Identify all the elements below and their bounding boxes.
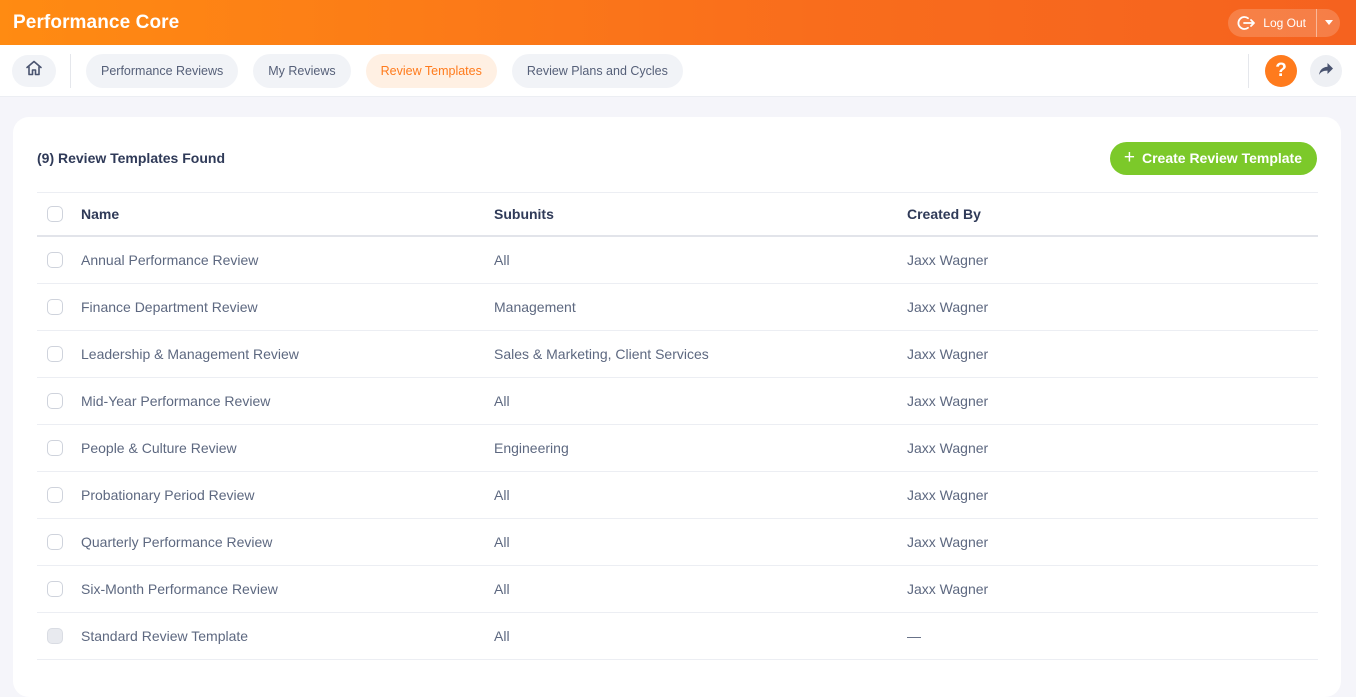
share-button[interactable] [1310, 55, 1342, 87]
template-name: Finance Department Review [81, 299, 258, 315]
template-subunits: All [494, 534, 510, 550]
template-name: Standard Review Template [81, 628, 249, 644]
row-checkbox[interactable] [47, 252, 63, 268]
template-created-by: Jaxx Wagner [907, 346, 989, 362]
share-icon [1318, 62, 1334, 81]
table-body: Annual Performance Review All Jaxx Wagner F… [37, 237, 1318, 660]
template-subunits: Sales & Marketing, Client Services [494, 346, 709, 362]
table-row[interactable]: Mid-Year Performance Review All Jaxx Wagne… [37, 378, 1318, 425]
account-menu-toggle[interactable] [1316, 8, 1340, 37]
template-name: Mid-Year Performance Review [81, 393, 271, 409]
home-icon [24, 58, 44, 83]
template-created-by: Jaxx Wagner [907, 440, 989, 456]
template-subunits: All [494, 487, 510, 503]
template-created-by: Jaxx Wagner [907, 393, 989, 409]
row-select-cell [37, 534, 81, 550]
table-row[interactable]: Leadership & Management Review Sales & Ma… [37, 331, 1318, 378]
row-checkbox [47, 628, 63, 644]
select-all-checkbox[interactable] [47, 206, 63, 222]
column-header-subunits[interactable]: Subunits [494, 206, 907, 222]
table-row[interactable]: Quarterly Performance Review All Jaxx Wagn… [37, 519, 1318, 566]
nav-divider [1248, 54, 1249, 88]
row-checkbox[interactable] [47, 393, 63, 409]
template-created-by: Jaxx Wagner [907, 299, 989, 315]
help-button[interactable]: ? [1265, 55, 1297, 87]
nav-actions: ? [1248, 54, 1342, 88]
template-name: Annual Performance Review [81, 252, 259, 268]
select-all-cell [37, 206, 81, 222]
table-row[interactable]: Probationary Period Review All Jaxx Wagner [37, 472, 1318, 519]
table-row[interactable]: Annual Performance Review All Jaxx Wagner [37, 237, 1318, 284]
row-select-cell [37, 487, 81, 503]
row-select-cell [37, 346, 81, 362]
create-review-template-button[interactable]: + Create Review Template [1109, 141, 1317, 175]
row-select-cell [37, 299, 81, 315]
template-created-by: Jaxx Wagner [907, 487, 989, 503]
template-subunits: All [494, 393, 510, 409]
plus-icon: + [1123, 146, 1135, 168]
template-name: Quarterly Performance Review [81, 534, 273, 550]
results-count-title: (9) Review Templates Found [37, 150, 225, 166]
row-checkbox[interactable] [47, 299, 63, 315]
module-navbar: Performance Reviews My Reviews Review Te… [0, 45, 1356, 97]
nav-divider [70, 53, 71, 88]
template-name: Probationary Period Review [81, 487, 255, 503]
template-created-by: Jaxx Wagner [907, 534, 989, 550]
template-subunits: All [494, 252, 510, 268]
template-created-by: Jaxx Wagner [907, 581, 989, 597]
template-name: Six-Month Performance Review [81, 581, 278, 597]
top-bar: Performance Core Log Out [0, 0, 1356, 45]
create-button-label: Create Review Template [1141, 150, 1302, 166]
template-created-by: — [907, 628, 921, 644]
template-subunits: Management [494, 299, 576, 315]
row-select-cell [37, 440, 81, 456]
logout-group: Log Out [1228, 8, 1340, 37]
templates-table: Name Subunits Created By Annual Performa… [37, 192, 1318, 660]
logout-icon [1237, 15, 1256, 31]
templates-card: (9) Review Templates Found + Create Revi… [13, 117, 1341, 697]
app-title: Performance Core [13, 11, 180, 33]
help-icon: ? [1275, 60, 1287, 81]
template-subunits: Engineering [494, 440, 569, 456]
table-row[interactable]: Standard Review Template All — [37, 613, 1318, 660]
row-checkbox[interactable] [47, 440, 63, 456]
card-header: (9) Review Templates Found + Create Revi… [37, 141, 1317, 175]
template-subunits: All [494, 628, 510, 644]
row-checkbox[interactable] [47, 487, 63, 503]
tab-review-templates[interactable]: Review Templates [365, 53, 497, 88]
table-row[interactable]: Six-Month Performance Review All Jaxx Wagn… [37, 566, 1318, 613]
row-select-cell [37, 581, 81, 597]
row-select-cell [37, 393, 81, 409]
column-header-created-by[interactable]: Created By [907, 206, 1318, 222]
template-created-by: Jaxx Wagner [907, 252, 989, 268]
template-subunits: All [494, 581, 510, 597]
row-select-cell [37, 628, 81, 644]
row-checkbox[interactable] [47, 534, 63, 550]
column-header-name[interactable]: Name [81, 206, 494, 222]
home-button[interactable] [12, 54, 56, 87]
table-header: Name Subunits Created By [37, 192, 1318, 237]
logout-label: Log Out [1263, 15, 1306, 30]
tab-performance-reviews[interactable]: Performance Reviews [86, 53, 239, 88]
row-checkbox[interactable] [47, 346, 63, 362]
row-select-cell [37, 252, 81, 268]
row-checkbox[interactable] [47, 581, 63, 597]
tab-my-reviews[interactable]: My Reviews [253, 53, 351, 88]
template-name: People & Culture Review [81, 440, 237, 456]
chevron-down-icon [1324, 20, 1333, 25]
logout-button[interactable]: Log Out [1228, 9, 1316, 37]
table-row[interactable]: People & Culture Review Engineering Jaxx W… [37, 425, 1318, 472]
table-row[interactable]: Finance Department Review Management Jaxx … [37, 284, 1318, 331]
tab-review-plans-and-cycles[interactable]: Review Plans and Cycles [511, 53, 683, 88]
template-name: Leadership & Management Review [81, 346, 299, 362]
